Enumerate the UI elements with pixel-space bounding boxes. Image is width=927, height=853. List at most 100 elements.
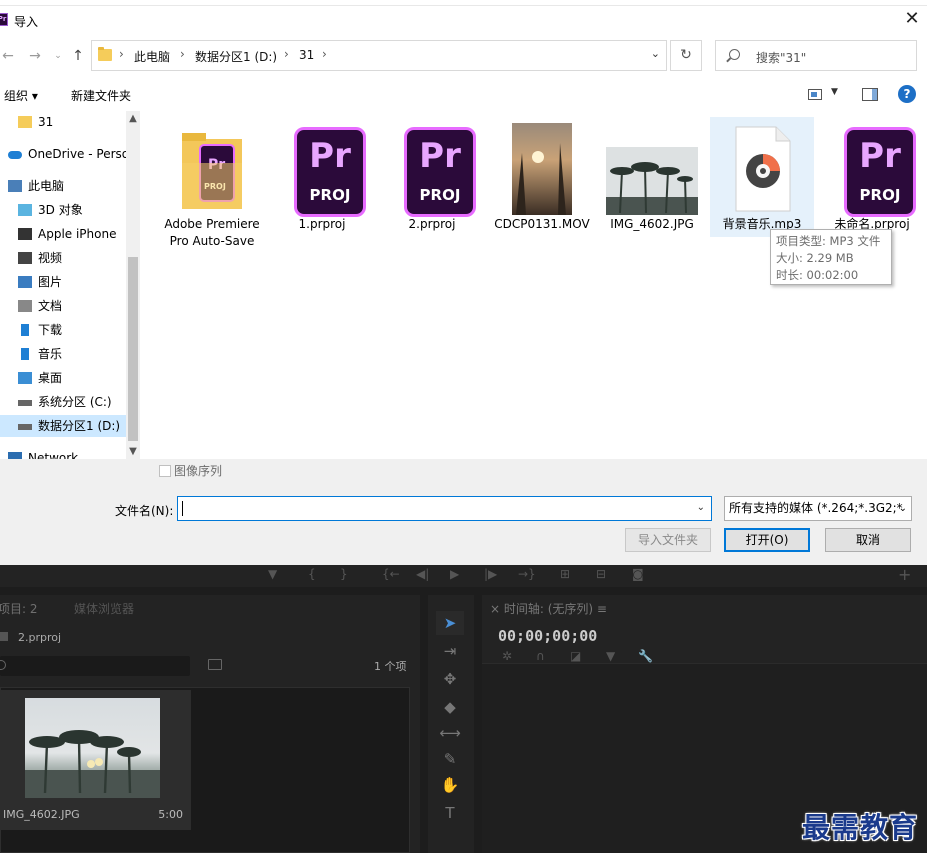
new-folder-button[interactable]: 新建文件夹: [71, 87, 131, 104]
search-box[interactable]: 搜索"31": [715, 40, 917, 71]
open-button[interactable]: 打开(O): [724, 528, 810, 552]
tooltip-duration: 时长: 00:02:00: [776, 268, 859, 282]
nav-item[interactable]: 3D 对象: [0, 199, 126, 221]
step-forward-icon[interactable]: |▶: [484, 567, 497, 581]
nav-item[interactable]: 系统分区 (C:): [0, 391, 126, 413]
scroll-up-icon[interactable]: ▲: [126, 113, 140, 124]
clip-name: IMG_4602.JPG: [3, 808, 80, 821]
project-tab[interactable]: 项目: 2: [0, 600, 38, 617]
address-dropdown-icon[interactable]: ⌄: [651, 47, 660, 60]
refresh-icon[interactable]: ↻: [670, 40, 702, 71]
file-item[interactable]: Pr PROJ 2.prproj: [380, 117, 484, 237]
hand-tool-icon[interactable]: ✋: [436, 773, 464, 797]
preview-pane-icon[interactable]: [862, 88, 878, 101]
nav-item[interactable]: 31: [0, 111, 126, 133]
organize-button[interactable]: 组织 ▾: [4, 87, 38, 104]
selection-tool-icon[interactable]: ➤: [436, 611, 464, 635]
filter-dropdown-icon[interactable]: ⌄: [899, 497, 907, 520]
nav-item[interactable]: Network: [0, 447, 126, 459]
add-marker-icon[interactable]: ▼: [606, 649, 615, 663]
play-icon[interactable]: ▶: [450, 567, 459, 581]
image-sequence-label: 图像序列: [174, 464, 223, 478]
wrench-icon[interactable]: 🔧: [638, 649, 653, 663]
timecode[interactable]: 00;00;00;00: [498, 627, 597, 645]
file-item[interactable]: PrPROJAdobe Premiere Pro Auto-Save: [160, 117, 264, 248]
mark-out-icon[interactable]: }: [340, 567, 348, 581]
up-arrow-icon[interactable]: ↑: [70, 47, 86, 65]
breadcrumb-this-pc[interactable]: 此电脑: [134, 48, 170, 65]
cancel-button[interactable]: 取消: [825, 528, 911, 552]
nav-item[interactable]: 图片: [0, 271, 126, 293]
breadcrumb-separator-icon[interactable]: ›: [284, 47, 289, 61]
export-frame-icon[interactable]: ◙: [632, 567, 644, 581]
insert-icon[interactable]: ⊞: [560, 567, 570, 581]
step-back-icon[interactable]: ◀|: [416, 567, 429, 581]
nav-item[interactable]: 数据分区1 (D:): [0, 415, 126, 437]
recent-locations-chevron-icon[interactable]: ⌄: [50, 47, 66, 65]
add-button-icon[interactable]: +: [898, 565, 911, 584]
ripple-edit-tool-icon[interactable]: ✥: [436, 667, 464, 691]
scroll-down-icon[interactable]: ▼: [126, 446, 140, 457]
mark-in-icon[interactable]: {: [308, 567, 316, 581]
address-bar[interactable]: › 此电脑 › 数据分区1 (D:) › 31 › ⌄: [91, 40, 667, 71]
file-item[interactable]: IMG_4602.JPG: [600, 117, 704, 237]
type-tool-icon[interactable]: T: [436, 801, 464, 825]
image-sequence-checkbox[interactable]: [159, 465, 171, 477]
breadcrumb-folder-31[interactable]: 31: [299, 48, 314, 62]
project-search-input[interactable]: [0, 656, 190, 676]
razor-tool-icon[interactable]: ◆: [436, 695, 464, 719]
tooltip-size: 大小: 2.29 MB: [776, 251, 854, 265]
file-item[interactable]: CDCP0131.MOV: [490, 117, 594, 237]
filename-input[interactable]: ⌄: [177, 496, 712, 521]
import-folder-button[interactable]: 导入文件夹: [625, 528, 711, 552]
breadcrumb-separator-icon[interactable]: ›: [180, 47, 185, 61]
file-type-filter[interactable]: 所有支持的媒体 (*.264;*.3G2;* ⌄: [724, 496, 912, 521]
scroll-thumb[interactable]: [128, 257, 138, 441]
timeline-tab[interactable]: × 时间轴: (无序列) ≡: [490, 600, 607, 617]
breadcrumb-separator-icon[interactable]: ›: [322, 47, 327, 61]
nav-item[interactable]: OneDrive - Perso: [0, 143, 126, 165]
change-view-icon[interactable]: [808, 89, 822, 100]
new-bin-icon[interactable]: [208, 659, 222, 670]
nav-scrollbar[interactable]: ▲ ▼: [126, 111, 140, 459]
file-item[interactable]: Pr PROJ 未命名.prproj: [820, 117, 924, 237]
breadcrumb-drive-d[interactable]: 数据分区1 (D:): [195, 48, 277, 65]
nav-item[interactable]: 此电脑: [0, 175, 126, 197]
overwrite-icon[interactable]: ⊟: [596, 567, 606, 581]
project-file-icon: [0, 632, 8, 641]
music-file-icon: [728, 123, 796, 215]
nav-item[interactable]: 下载: [0, 319, 126, 341]
drive-icon: [18, 424, 32, 430]
nav-item[interactable]: 桌面: [0, 367, 126, 389]
nav-item[interactable]: 视频: [0, 247, 126, 269]
file-item[interactable]: 背景音乐.mp3: [710, 117, 814, 237]
linked-selection-icon[interactable]: ◪: [570, 649, 581, 663]
nest-icon[interactable]: ✲: [502, 649, 512, 663]
track-select-tool-icon[interactable]: ⇥: [436, 639, 464, 663]
file-item[interactable]: Pr PROJ 1.prproj: [270, 117, 374, 237]
nav-item-label: 31: [38, 115, 54, 129]
premiere-app-icon: Pr: [0, 13, 8, 26]
go-to-in-icon[interactable]: {←: [382, 567, 400, 581]
nav-item-label: Apple iPhone: [38, 227, 117, 241]
tools-panel: ➤ ⇥ ✥ ◆ ⟷ ✎ ✋ T: [428, 595, 474, 853]
project-clip[interactable]: IMG_4602.JPG 5:00: [0, 690, 191, 830]
back-arrow-icon[interactable]: ←: [0, 47, 16, 65]
help-icon[interactable]: ?: [898, 85, 916, 103]
nav-item[interactable]: 音乐: [0, 343, 126, 365]
marker-icon[interactable]: ▼: [268, 567, 277, 581]
close-icon[interactable]: ✕: [903, 9, 921, 29]
media-browser-tab[interactable]: 媒体浏览器: [74, 600, 134, 617]
forward-arrow-icon[interactable]: →: [27, 47, 43, 65]
slip-tool-icon[interactable]: ⟷: [436, 721, 464, 745]
snap-icon[interactable]: ∩: [536, 649, 545, 663]
view-dropdown-icon[interactable]: ▼: [831, 87, 838, 97]
nav-item[interactable]: Apple iPhone: [0, 223, 126, 245]
pen-tool-icon[interactable]: ✎: [436, 747, 464, 771]
filename-dropdown-icon[interactable]: ⌄: [697, 502, 705, 513]
file-name: 1.prproj: [298, 217, 346, 231]
go-to-out-icon[interactable]: →}: [518, 567, 536, 581]
dialog-footer: 图像序列 文件名(N): ⌄ 所有支持的媒体 (*.264;*.3G2;* ⌄ …: [0, 459, 927, 565]
breadcrumb-separator-icon[interactable]: ›: [119, 47, 124, 61]
nav-item[interactable]: 文档: [0, 295, 126, 317]
